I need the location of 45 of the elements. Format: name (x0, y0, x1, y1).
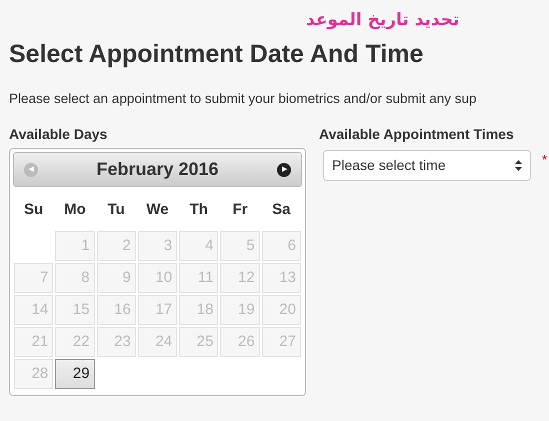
calendar-day[interactable]: 29 (55, 358, 95, 389)
calendar-day: 25 (179, 326, 218, 357)
calendar-day: 6 (262, 230, 301, 261)
intro-text: Please select an appointment to submit your biometrics and/or submit any sup (9, 90, 478, 108)
calendar-day: 21 (14, 326, 54, 357)
calendar-day: 3 (138, 230, 178, 261)
calendar-day: 18 (179, 294, 218, 325)
calendar-day: 24 (138, 326, 178, 357)
weekday-label: Th (188, 200, 209, 220)
calendar-day: 28 (14, 358, 54, 389)
calendar-day: 8 (55, 262, 95, 293)
calendar-day: 22 (55, 326, 95, 357)
calendar-day: 7 (14, 262, 54, 293)
calendar-day: 27 (262, 326, 301, 357)
calendar-day: 12 (220, 262, 260, 293)
weekday-label: Su (23, 200, 44, 220)
weekday-label: Sa (271, 200, 292, 220)
calendar-day: 11 (179, 262, 218, 293)
month-title: February 2016 (96, 158, 219, 182)
weekday-label: Mo (63, 200, 87, 220)
weekday-label: Fr (232, 200, 249, 220)
calendar-day: 23 (96, 326, 136, 357)
caption: تحديد تاريخ الموعد (306, 9, 460, 32)
dropdown-arrows-icon (515, 160, 522, 172)
calendar-day: 17 (138, 294, 178, 325)
page-heading: Select Appointment Date And Time (9, 39, 424, 70)
weekday-label: Tu (106, 200, 126, 220)
available-times-label: Available Appointment Times (319, 125, 514, 144)
time-select[interactable]: Please select time (323, 150, 531, 182)
required-mark: * (542, 151, 548, 170)
weekday-label: We (145, 200, 170, 220)
calendar-day: 4 (179, 230, 218, 261)
calendar-day: 10 (138, 262, 178, 293)
calendar-day: 15 (55, 294, 95, 325)
calendar-day: 5 (220, 230, 260, 261)
calendar-day: 13 (262, 262, 301, 293)
calendar-day: 1 (55, 230, 95, 261)
calendar-day: 20 (262, 294, 301, 325)
calendar-day: 19 (220, 294, 260, 325)
calendar-day: 26 (220, 326, 260, 357)
calendar-day: 14 (14, 294, 54, 325)
calendar-day: 16 (96, 294, 136, 325)
available-days-label: Available Days (9, 125, 108, 144)
calendar-day: 2 (96, 230, 136, 261)
calendar-day: 9 (96, 262, 136, 293)
